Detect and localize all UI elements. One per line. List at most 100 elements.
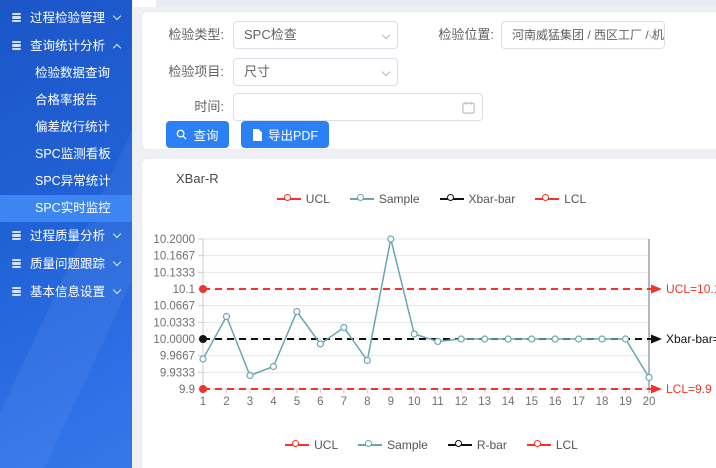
chevron-down-icon xyxy=(382,31,390,39)
lcl-start-dot xyxy=(199,385,207,393)
sample-point[interactable] xyxy=(623,336,629,342)
legend-label: UCL xyxy=(314,438,338,452)
sample-point[interactable] xyxy=(576,336,582,342)
export-pdf-button[interactable]: 导出PDF xyxy=(241,121,329,148)
sidebar-item-2[interactable]: 查询统计分析 xyxy=(0,33,132,60)
xbar-bar-label: Xbar-bar=1 xyxy=(666,332,716,346)
sample-point[interactable] xyxy=(200,356,206,362)
legend-item-lcl[interactable]: LCL xyxy=(535,192,586,206)
sample-point[interactable] xyxy=(458,336,464,342)
legend-label: UCL xyxy=(306,192,330,206)
legend-item-xbar-bar[interactable]: Xbar-bar xyxy=(440,192,516,206)
sidebar-item-5[interactable]: 偏差放行统计 xyxy=(0,114,132,141)
sidebar-item-4[interactable]: 合格率报告 xyxy=(0,87,132,114)
lcl-label: LCL=9.9 xyxy=(666,382,712,396)
x-tick-label: 7 xyxy=(341,396,347,408)
sample-point[interactable] xyxy=(341,325,347,331)
sidebar-item-8[interactable]: SPC实时监控 xyxy=(0,195,132,222)
search-icon xyxy=(176,129,187,140)
x-tick-label: 11 xyxy=(432,396,444,408)
x-tick-label: 4 xyxy=(270,396,277,408)
sample-point[interactable] xyxy=(599,336,605,342)
x-tick-label: 9 xyxy=(388,396,394,408)
inspect-type-select[interactable]: SPC检查 xyxy=(233,21,398,49)
legend-item-r-bar[interactable]: R-bar xyxy=(448,438,507,452)
legend-item-sample[interactable]: Sample xyxy=(358,438,428,452)
x-tick-label: 6 xyxy=(317,396,323,408)
inspect-location-label: 检验位置: xyxy=(412,21,494,49)
chart-title: XBar-R xyxy=(176,171,219,186)
line-marker-icon xyxy=(535,194,559,204)
sidebar-item-10[interactable]: 质量问题跟踪 xyxy=(0,251,132,278)
sidebar-item-6[interactable]: SPC监测看板 xyxy=(0,141,132,168)
sample-point[interactable] xyxy=(388,236,394,242)
y-tick-label: 10.1 xyxy=(173,284,195,296)
sample-point[interactable] xyxy=(552,336,558,342)
legend-item-lcl[interactable]: LCL xyxy=(527,438,578,452)
sample-point[interactable] xyxy=(364,358,370,364)
inspect-type-value: SPC检查 xyxy=(244,27,297,42)
y-tick-label: 10.0667 xyxy=(153,301,195,313)
y-tick-label: 9.9 xyxy=(179,384,195,396)
legend-label: Sample xyxy=(387,438,428,452)
chevron-down-icon xyxy=(113,286,121,294)
x-tick-label: 18 xyxy=(596,396,609,408)
legend-label: Sample xyxy=(379,192,420,206)
chevron-down-icon xyxy=(113,12,121,20)
database-icon xyxy=(12,287,22,297)
sample-point[interactable] xyxy=(482,336,488,342)
query-button[interactable]: 查询 xyxy=(166,121,229,148)
time-input[interactable] xyxy=(233,93,483,121)
chart-panel: XBar-R UCLSampleXbar-barLCL 10.200010.16… xyxy=(141,158,716,468)
sidebar-item-1[interactable]: 过程检验管理 xyxy=(0,5,132,32)
sidebar-item-3[interactable]: 检验数据查询 xyxy=(0,60,132,87)
legend-item-ucl[interactable]: UCL xyxy=(277,192,330,206)
sidebar-item-9[interactable]: 过程质量分析 xyxy=(0,223,132,250)
sample-point[interactable] xyxy=(505,336,511,342)
database-icon xyxy=(12,259,22,269)
inspect-location-select[interactable]: 河南威猛集团 / 西区工厂 / 机加 xyxy=(501,21,665,49)
y-tick-label: 9.9667 xyxy=(160,351,195,363)
sidebar-item-label: 检验数据查询 xyxy=(35,66,110,80)
x-tick-label: 19 xyxy=(619,396,632,408)
sample-point[interactable] xyxy=(646,375,652,381)
sample-point[interactable] xyxy=(529,336,535,342)
sample-point[interactable] xyxy=(294,309,300,315)
legend-label: LCL xyxy=(564,192,586,206)
x-tick-label: 14 xyxy=(502,396,515,408)
xbar-r-chart[interactable]: 10.200010.166710.133310.110.066710.03331… xyxy=(142,217,716,429)
ucl-start-dot xyxy=(199,285,207,293)
inspect-item-label: 检验项目: xyxy=(142,58,224,86)
x-tick-label: 3 xyxy=(247,396,253,408)
time-label: 时间: xyxy=(142,93,224,121)
chevron-down-icon xyxy=(113,230,121,238)
sample-point[interactable] xyxy=(270,364,276,370)
sidebar-item-label: SPC监测看板 xyxy=(35,147,111,161)
sample-point[interactable] xyxy=(435,339,441,345)
chart-legend-top: UCL Sample Xbar-bar LCL xyxy=(142,192,716,206)
sample-point[interactable] xyxy=(317,341,323,347)
sidebar-item-7[interactable]: SPC异常统计 xyxy=(0,168,132,195)
y-tick-label: 10.1667 xyxy=(153,251,195,263)
legend-item-ucl[interactable]: UCL xyxy=(285,438,338,452)
chevron-down-icon xyxy=(113,258,121,266)
export-pdf-button-label: 导出PDF xyxy=(268,125,318,144)
sidebar-item-label: 过程质量分析 xyxy=(30,229,105,243)
y-tick-label: 10.2000 xyxy=(153,234,195,246)
y-tick-label: 9.9333 xyxy=(160,367,195,379)
y-tick-label: 10.0000 xyxy=(153,334,195,346)
ucl-arrow-icon xyxy=(651,285,662,294)
y-tick-label: 10.0333 xyxy=(153,317,195,329)
sample-point[interactable] xyxy=(247,373,253,379)
line-marker-icon xyxy=(448,440,472,450)
sample-point[interactable] xyxy=(411,331,417,337)
line-marker-icon xyxy=(285,440,309,450)
sidebar-item-11[interactable]: 基本信息设置 xyxy=(0,279,132,306)
topbar xyxy=(132,0,716,7)
sample-point[interactable] xyxy=(223,314,229,320)
inspect-item-select[interactable]: 尺寸 xyxy=(233,58,398,86)
legend-item-sample[interactable]: Sample xyxy=(350,192,420,206)
database-icon xyxy=(12,231,22,241)
xbar-bar-start-dot xyxy=(199,335,207,343)
ucl-label: UCL=10.1 xyxy=(666,282,716,296)
